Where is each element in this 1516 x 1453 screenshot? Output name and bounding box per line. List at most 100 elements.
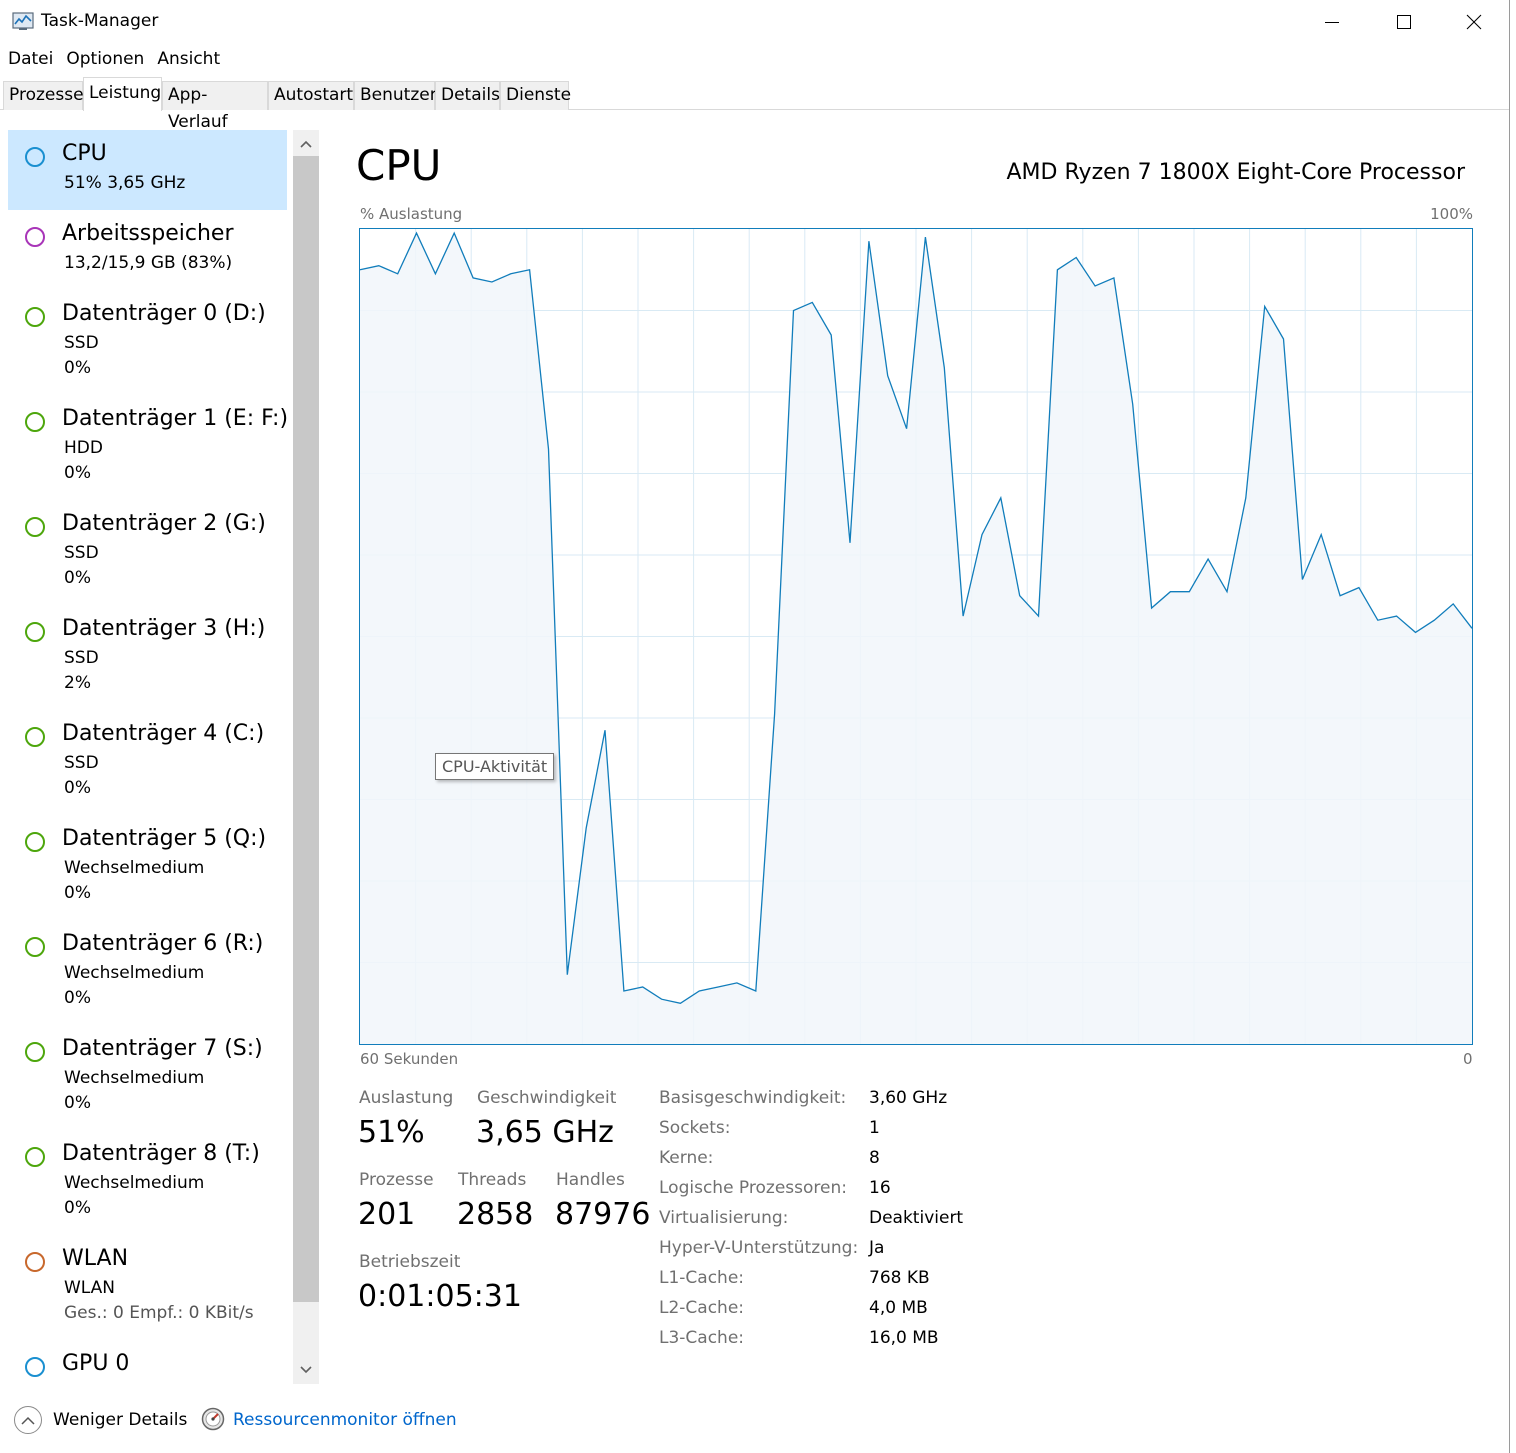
sidebar-item-wlan[interactable]: WLAN WLAN Ges.: 0 Empf.: 0 KBit/s <box>8 1235 287 1340</box>
sidebar-item-usage: 0% <box>64 463 91 483</box>
window-title: Task-Manager <box>41 11 159 31</box>
chart-data-point <box>661 998 663 1000</box>
stat-prozesse-label: Prozesse <box>359 1170 434 1190</box>
chart-data-point <box>1226 591 1228 593</box>
stat-betriebszeit-value: 0:01:05:31 <box>358 1279 522 1314</box>
sidebar-item-type: SSD <box>64 648 99 668</box>
cpu-status-dot <box>25 147 45 167</box>
sidebar-item-gpu-0[interactable]: GPU 0 <box>8 1340 287 1380</box>
chart-data-point <box>1339 595 1341 597</box>
disk-status-dot <box>25 517 45 537</box>
prop-l1-cache-label: L1-Cache: <box>659 1268 745 1288</box>
sidebar-item-datentraeger-8[interactable]: Datenträger 8 (T:) Wechselmedium 0% <box>8 1130 287 1235</box>
resource-monitor-link[interactable]: Ressourcenmonitor öffnen <box>233 1410 457 1430</box>
menu-bar: Datei Optionen Ansicht <box>0 46 225 72</box>
menu-optionen[interactable]: Optionen <box>58 46 149 72</box>
tab-autostart[interactable]: Autostart <box>268 81 354 110</box>
sidebar-item-usage: 0% <box>64 1198 91 1218</box>
prop-kerne-value: 8 <box>869 1148 880 1168</box>
fewer-details-button[interactable] <box>14 1406 42 1434</box>
prop-virtualisierung-label: Virtualisierung: <box>659 1208 789 1228</box>
tab-prozesse[interactable]: Prozesse <box>3 81 84 110</box>
chart-data-point <box>548 448 550 450</box>
minimize-icon <box>1325 22 1339 23</box>
scroll-thumb[interactable] <box>293 156 319 1302</box>
sidebar-scrollbar[interactable] <box>293 130 319 1384</box>
wlan-status-dot <box>25 1252 45 1272</box>
chart-data-point <box>416 232 418 234</box>
menu-ansicht[interactable]: Ansicht <box>149 46 225 72</box>
chart-data-point <box>1434 619 1436 621</box>
prop-hyper-v-label: Hyper-V-Unterstützung: <box>659 1238 859 1258</box>
tab-dienste[interactable]: Dienste <box>500 81 571 110</box>
sidebar-item-name: Datenträger 3 (H:) <box>62 616 266 641</box>
chart-data-point <box>1245 497 1247 499</box>
sidebar-item-datentraeger-2[interactable]: Datenträger 2 (G:) SSD 0% <box>8 500 287 605</box>
chart-data-point <box>1302 579 1304 581</box>
sidebar-item-datentraeger-4[interactable]: Datenträger 4 (C:) SSD 0% <box>8 710 287 815</box>
sidebar-item-datentraeger-3[interactable]: Datenträger 3 (H:) SSD 2% <box>8 605 287 710</box>
scroll-up-button[interactable] <box>293 132 319 156</box>
chart-data-point <box>1207 558 1209 560</box>
sidebar-item-detail: 51% 3,65 GHz <box>64 173 186 193</box>
sidebar-item-name: Datenträger 7 (S:) <box>62 1036 263 1061</box>
stat-auslastung-label: Auslastung <box>359 1088 454 1108</box>
chart-data-point <box>1019 595 1021 597</box>
sidebar-item-datentraeger-7[interactable]: Datenträger 7 (S:) Wechselmedium 0% <box>8 1025 287 1130</box>
prop-hyper-v-value: Ja <box>869 1238 885 1258</box>
chart-data-point <box>849 542 851 544</box>
chart-data-point <box>472 277 474 279</box>
sidebar-item-datentraeger-5[interactable]: Datenträger 5 (Q:) Wechselmedium 0% <box>8 815 287 920</box>
prop-l3-cache-value: 16,0 MB <box>869 1328 939 1348</box>
sidebar-item-usage: 0% <box>64 1093 91 1113</box>
close-button[interactable] <box>1438 0 1509 44</box>
chart-data-point <box>812 302 814 304</box>
sidebar-item-datentraeger-6[interactable]: Datenträger 6 (R:) Wechselmedium 0% <box>8 920 287 1025</box>
chart-data-point <box>943 367 945 369</box>
chart-data-point <box>510 273 512 275</box>
chart-data-point <box>1264 306 1266 308</box>
sidebar-item-cpu[interactable]: CPU 51% 3,65 GHz <box>8 130 287 210</box>
chart-data-point <box>378 265 380 267</box>
sidebar-item-detail: 13,2/15,9 GB (83%) <box>64 253 233 273</box>
maximize-button[interactable] <box>1368 0 1440 44</box>
scroll-down-button[interactable] <box>293 1358 319 1382</box>
menu-datei[interactable]: Datei <box>0 46 58 72</box>
tab-details[interactable]: Details <box>435 81 500 110</box>
chart-data-point <box>1358 587 1360 589</box>
chart-data-point <box>1170 591 1172 593</box>
tab-leistung[interactable]: Leistung <box>83 77 162 111</box>
chart-data-point <box>717 986 719 988</box>
sidebar-item-type: SSD <box>64 753 99 773</box>
prop-basisgeschwindigkeit-label: Basisgeschwindigkeit: <box>659 1088 847 1108</box>
disk-status-dot <box>25 412 45 432</box>
tab-app-verlauf[interactable]: App-Verlauf <box>162 81 268 132</box>
chart-data-point <box>1000 497 1002 499</box>
chart-data-point <box>793 310 795 312</box>
tab-benutzer[interactable]: Benutzer <box>354 81 437 110</box>
sidebar-item-adapter: WLAN <box>64 1278 116 1298</box>
sidebar-item-type: Wechselmedium <box>64 858 205 878</box>
sidebar-item-usage: 2% <box>64 673 91 693</box>
footer-bar: Weniger Details Ressourcenmonitor öffnen <box>0 1400 1509 1444</box>
sidebar-item-name: Datenträger 6 (R:) <box>62 931 264 956</box>
stat-geschwindigkeit-label: Geschwindigkeit <box>477 1088 617 1108</box>
tab-bar: Prozesse Leistung App-Verlauf Autostart … <box>0 73 1509 132</box>
chart-data-point <box>755 990 757 992</box>
disk-status-dot <box>25 1042 45 1062</box>
sidebar-item-type: Wechselmedium <box>64 1068 205 1088</box>
title-bar[interactable]: Task-Manager <box>0 0 1509 44</box>
chart-data-point <box>567 974 569 976</box>
sidebar-item-datentraeger-0[interactable]: Datenträger 0 (D:) SSD 0% <box>8 290 287 395</box>
sidebar-item-datentraeger-1[interactable]: Datenträger 1 (E: F:) HDD 0% <box>8 395 288 500</box>
chart-data-point <box>962 615 964 617</box>
minimize-button[interactable] <box>1296 0 1368 44</box>
chart-x-right-label: 0 <box>1463 1050 1473 1068</box>
chart-data-point <box>868 240 870 242</box>
sidebar-item-arbeitsspeicher[interactable]: Arbeitsspeicher 13,2/15,9 GB (83%) <box>8 210 287 290</box>
cpu-usage-chart[interactable] <box>359 228 1473 1045</box>
fewer-details-label[interactable]: Weniger Details <box>53 1410 187 1430</box>
sidebar-item-name: Datenträger 2 (G:) <box>62 511 266 536</box>
sidebar-item-name: Arbeitsspeicher <box>62 221 234 246</box>
chart-data-point <box>1094 285 1096 287</box>
